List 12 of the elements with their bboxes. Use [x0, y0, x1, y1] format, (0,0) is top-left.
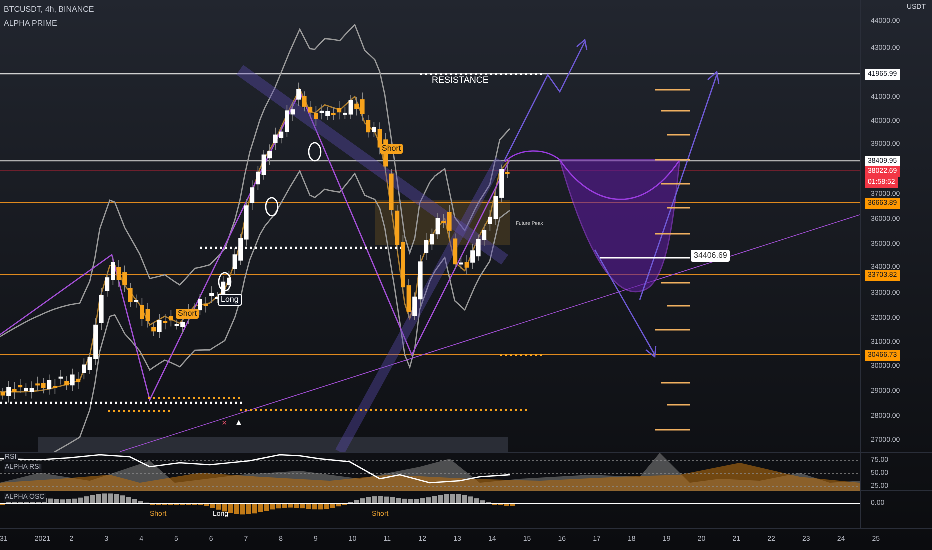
- chart-label: RESISTANCE: [432, 76, 489, 85]
- chart-label: Short: [380, 144, 404, 154]
- symbol-title: BTCUSDT, 4h, BINANCE: [4, 4, 94, 16]
- chart-label: Short: [176, 309, 200, 319]
- cross-marker: ×: [222, 419, 228, 428]
- triangle-marker: ▲: [235, 419, 243, 427]
- chart-label: 34406.69: [691, 250, 730, 262]
- indicator-name: ALPHA PRIME: [4, 18, 58, 30]
- signal-circle: [308, 142, 322, 162]
- chart-label: Long: [218, 294, 242, 306]
- signal-circle: [265, 197, 279, 217]
- signal-circle: [218, 272, 232, 292]
